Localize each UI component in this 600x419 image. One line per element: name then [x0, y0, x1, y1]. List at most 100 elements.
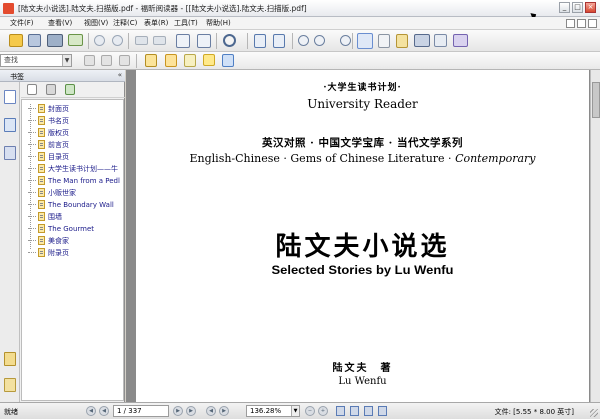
page-collection-en: English-Chinese · Gems of Chinese Litera… [136, 152, 589, 165]
back-arrow-icon[interactable] [135, 36, 148, 45]
document-view[interactable]: ·大学生读书计划· University Reader 英汉对照 · 中国文学宝… [126, 70, 600, 402]
bookmark-item[interactable]: The Gourmet [28, 223, 94, 234]
pages-tab-icon[interactable] [4, 118, 16, 132]
maximize-button[interactable]: □ [572, 2, 583, 13]
menu-comment[interactable]: 注释(C) [113, 18, 137, 28]
bookmark-item[interactable]: 美食家 [28, 235, 69, 246]
bookmark-item[interactable]: 书名页 [28, 115, 69, 126]
prev-page-button[interactable]: ◀ [99, 406, 109, 416]
vertical-scrollbar[interactable] [590, 70, 600, 402]
bookmark-item[interactable]: The Boundary Wall [28, 199, 114, 210]
history-forward-button[interactable]: ▶ [219, 406, 229, 416]
print-icon[interactable] [47, 34, 63, 47]
bookmark-item[interactable]: 封面页 [28, 103, 69, 114]
continuous-page-icon[interactable] [197, 34, 211, 48]
zoom-in-icon[interactable] [314, 35, 325, 46]
comments-tab-icon[interactable] [4, 352, 16, 366]
chevron-down-icon[interactable]: ▼ [291, 406, 299, 416]
save-icon[interactable] [28, 34, 41, 47]
find-prev-icon[interactable] [84, 55, 95, 66]
snapshot-icon[interactable] [396, 34, 408, 48]
continuous-facing-icon[interactable] [378, 406, 387, 416]
resize-grip-icon[interactable] [590, 409, 598, 417]
bookmark-item[interactable]: 大学生读书计划——牛 [28, 163, 118, 174]
page-layout-icon[interactable] [176, 34, 190, 48]
doc-minimize-icon[interactable] [566, 19, 575, 28]
first-page-button[interactable]: ◀ [86, 406, 96, 416]
minimize-button[interactable]: _ [559, 2, 570, 13]
menu-view[interactable]: 查看(V) [48, 18, 72, 28]
bookmark-page-icon [38, 128, 45, 137]
menu-tools[interactable]: 工具(T) [174, 18, 198, 28]
next-page-button[interactable]: ▶ [173, 406, 183, 416]
bookmark-panel-title: 书签 [10, 73, 24, 81]
note-icon[interactable] [145, 54, 157, 67]
zoom-out-button[interactable]: − [305, 406, 315, 416]
last-page-button[interactable]: ▶ [186, 406, 196, 416]
menu-help[interactable]: 帮助(H) [206, 18, 231, 28]
search-combo[interactable]: 查找 ▼ [0, 54, 72, 67]
email-icon[interactable] [68, 34, 83, 46]
zoom-level-field[interactable]: 136.28% ▼ [246, 405, 300, 417]
bookmark-page-icon [38, 248, 45, 257]
open-folder-icon[interactable] [9, 34, 23, 47]
window-controls: _ □ × [559, 2, 596, 13]
scrollbar-thumb[interactable] [592, 82, 600, 118]
page-title-cn: 陆文夫小说选 [275, 232, 450, 262]
zoom-in-button[interactable]: + [318, 406, 328, 416]
fit-page-icon[interactable] [254, 34, 266, 48]
pdf-page[interactable]: ·大学生读书计划· University Reader 英汉对照 · 中国文学宝… [136, 70, 589, 402]
bookmark-item[interactable]: 前言页 [28, 139, 69, 150]
menu-form[interactable]: 表单(R) [144, 18, 168, 28]
bookmark-item[interactable]: The Man from a Pedl [28, 175, 120, 186]
page-collection-en-main: English-Chinese · Gems of Chinese Litera… [189, 152, 456, 165]
zoom-out-icon[interactable] [298, 35, 309, 46]
collapse-panel-icon[interactable]: « [118, 71, 122, 79]
bookmark-item[interactable]: 附录页 [28, 247, 69, 258]
page-number-field[interactable]: 1 / 337 [113, 405, 169, 417]
bookmarks-tab-icon[interactable] [4, 90, 16, 104]
find-next-icon[interactable] [101, 55, 112, 66]
bookmark-item[interactable]: 围墙 [28, 211, 62, 222]
bookmark-page-icon [38, 224, 45, 233]
continuous-icon[interactable] [350, 406, 359, 416]
delete-bookmark-icon[interactable] [46, 84, 56, 95]
doc-restore-icon[interactable] [577, 19, 586, 28]
close-button[interactable]: × [585, 2, 596, 13]
hand-tool-icon[interactable] [357, 33, 373, 49]
bookmark-item[interactable]: 版权页 [28, 127, 69, 138]
expand-bookmark-icon[interactable] [65, 84, 75, 95]
single-page-icon[interactable] [336, 406, 345, 416]
layers-tab-icon[interactable] [4, 146, 16, 160]
status-ready: 就绪 [4, 408, 18, 416]
doc-close-icon[interactable] [588, 19, 597, 28]
forward-arrow-icon[interactable] [153, 36, 166, 45]
arrow-tool-icon[interactable] [222, 54, 234, 67]
history-back-button[interactable]: ◀ [206, 406, 216, 416]
select-text-icon[interactable] [378, 34, 390, 48]
pencil-icon[interactable] [165, 54, 177, 67]
fit-width-icon[interactable] [273, 34, 285, 48]
facing-icon[interactable] [364, 406, 373, 416]
search-combo-value: 查找 [4, 56, 18, 64]
first-page-icon[interactable] [94, 35, 105, 46]
chevron-down-icon[interactable] [112, 35, 123, 46]
comment-icon[interactable] [203, 54, 215, 66]
typewriter-icon[interactable] [434, 34, 447, 47]
bookmark-item[interactable]: 小贩世家 [28, 187, 76, 198]
bookmark-item[interactable]: 目录页 [28, 151, 69, 162]
textbox-icon[interactable] [184, 54, 196, 67]
page-series-cn: ·大学生读书计划· [323, 83, 402, 93]
zoom-menu-icon[interactable] [340, 35, 351, 46]
chevron-down-icon[interactable]: ▼ [62, 55, 71, 66]
window-title: [陆文夫小说选].陆文夫.扫描版.pdf - 福昕阅读器 - [[陆文夫小说选]… [18, 4, 307, 13]
attachments-tab-icon[interactable] [4, 378, 16, 392]
find-binoculars-icon[interactable] [414, 34, 430, 47]
zoom-level-value: 136.28% [250, 407, 282, 415]
menu-layout[interactable]: 视图(V) [84, 18, 108, 28]
image-icon[interactable] [453, 34, 468, 47]
new-bookmark-icon[interactable] [27, 84, 37, 95]
find-options-icon[interactable] [119, 55, 130, 66]
zoom-icon[interactable] [223, 34, 236, 47]
menu-file[interactable]: 文件(F) [10, 18, 34, 28]
